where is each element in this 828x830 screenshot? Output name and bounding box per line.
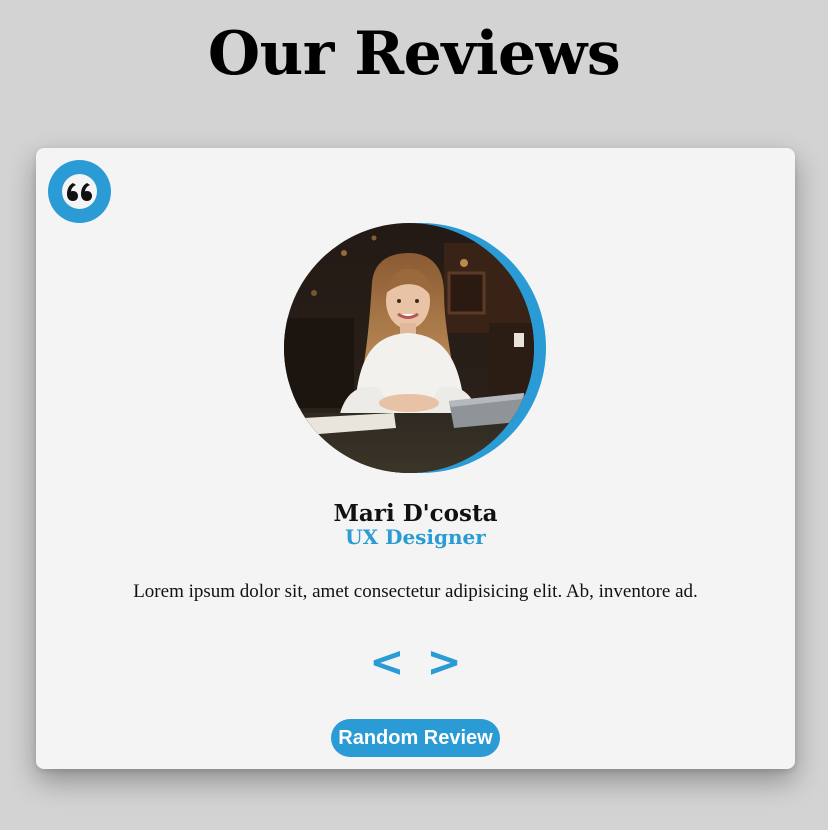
review-text: Lorem ipsum dolor sit, amet consectetur … <box>133 581 698 602</box>
page: Our Reviews Mari D'costa UX Designer Lor… <box>0 0 828 830</box>
reviewer-photo <box>284 223 534 473</box>
reviewer-role: UX Designer <box>345 525 486 549</box>
page-title: Our Reviews <box>207 19 621 89</box>
avatar <box>284 223 546 473</box>
prev-review-button[interactable]: < <box>369 638 404 686</box>
review-card: Mari D'costa UX Designer Lorem ipsum dol… <box>36 148 795 769</box>
review-navigation: < > <box>36 638 795 686</box>
quote-icon <box>48 160 111 223</box>
reviewer-name: Mari D'costa <box>333 500 498 527</box>
random-review-button[interactable]: Random Review <box>331 719 500 757</box>
next-review-button[interactable]: > <box>427 638 462 686</box>
